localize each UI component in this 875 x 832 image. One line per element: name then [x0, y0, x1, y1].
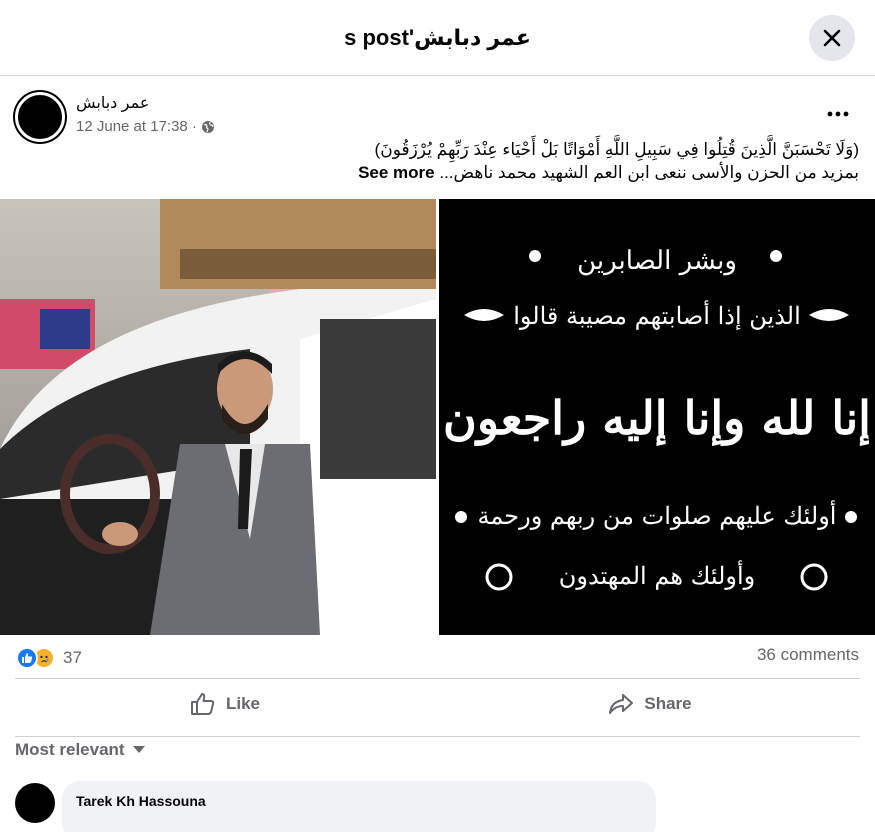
post-text-line-2-content: بمزيد من الحزن والأسى ننعى ابن العم الشه…	[439, 163, 859, 182]
post-media: وبشر الصابرين الذين إذا أصابتهم مصيبة قا…	[0, 199, 875, 635]
like-button[interactable]: Like	[15, 681, 435, 727]
post-options-button[interactable]	[823, 102, 853, 126]
post-text-line-2: بمزيد من الحزن والأسى ننعى ابن العم الشه…	[39, 161, 859, 184]
close-button[interactable]	[809, 15, 855, 61]
caret-down-icon	[132, 746, 145, 753]
share-label: Share	[644, 694, 692, 713]
share-button[interactable]: Share	[440, 681, 860, 727]
car-photo-illustration	[0, 199, 436, 635]
like-icon	[190, 693, 215, 715]
more-horizontal-icon	[827, 111, 849, 117]
modal-header: عمر دبابش's post	[0, 0, 875, 76]
see-more-link[interactable]: See more	[358, 163, 435, 182]
commenter-avatar[interactable]	[15, 783, 55, 823]
calligraphy-line-1: وبشر الصابرين	[577, 246, 737, 276]
post-text-line-1: (وَلَا تَحْسَبَنَّ الَّذِينَ قُتِلُوا فِ…	[374, 140, 859, 159]
comment-bubble: Tarek Kh Hassouna	[62, 781, 656, 832]
like-label: Like	[225, 694, 261, 713]
calligraphy-line-3: إنا لله وإنا إليه راجعون	[443, 391, 871, 447]
reactions-summary[interactable]: 37	[16, 645, 82, 671]
share-icon	[609, 694, 634, 714]
divider-bottom	[15, 736, 860, 737]
reaction-count[interactable]: 37	[63, 648, 82, 668]
post-timestamp[interactable]: 12 June at 17:38 ·	[76, 118, 197, 135]
photo-man-in-car[interactable]	[0, 199, 436, 635]
photo-condolence-card[interactable]: وبشر الصابرين الذين إذا أصابتهم مصيبة قا…	[439, 199, 875, 635]
divider-top	[15, 678, 860, 679]
like-reaction-icon	[16, 647, 38, 669]
post-header: عمر دبابش 12 June at 17:38 · (وَلَا تَحْ…	[0, 76, 875, 196]
commenter-name[interactable]: Tarek Kh Hassouna	[76, 793, 206, 809]
sort-label: Most relevant	[15, 740, 125, 759]
globe-icon	[201, 120, 214, 133]
calligraphy-line-5: وأولئك هم المهتدون	[559, 559, 756, 590]
calligraphy-line-4: أولئك عليهم صلوات من ربهم ورحمة	[478, 499, 837, 530]
calligraphy-line-2: الذين إذا أصابتهم مصيبة قالوا	[513, 299, 801, 330]
modal-title: عمر دبابش's post	[344, 24, 531, 50]
comment-sort-dropdown[interactable]: Most relevant	[15, 740, 145, 760]
post-meta: 12 June at 17:38 ·	[76, 118, 215, 135]
condolence-calligraphy: وبشر الصابرين الذين إذا أصابتهم مصيبة قا…	[439, 199, 875, 635]
post-text: (وَلَا تَحْسَبَنَّ الَّذِينَ قُتِلُوا فِ…	[39, 138, 859, 184]
close-icon	[823, 29, 841, 47]
reaction-icons	[16, 647, 55, 669]
author-name[interactable]: عمر دبابش	[76, 93, 149, 113]
comments-count[interactable]: 36 comments	[757, 645, 859, 665]
author-avatar[interactable]	[15, 92, 65, 142]
